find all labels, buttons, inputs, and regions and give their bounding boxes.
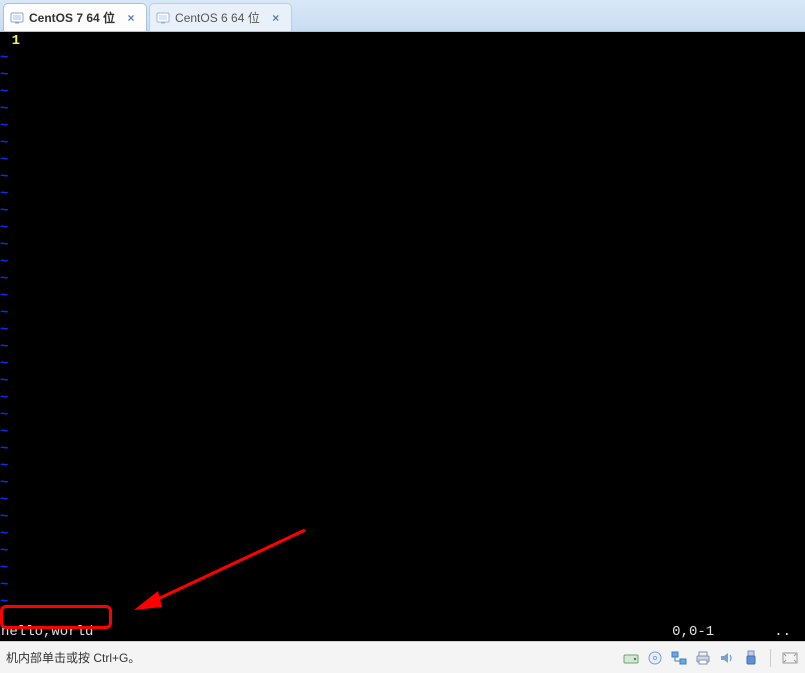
- vm-icon: [156, 11, 170, 25]
- separator: [770, 649, 771, 667]
- empty-line-tildes: ~~~~~~~~~~~~~~~~~~~~~~~~~~~~~~~~~: [0, 50, 10, 611]
- tab-label: CentOS 6 64 位: [175, 9, 260, 26]
- annotation-arrow: [110, 525, 310, 625]
- cd-icon[interactable]: [646, 649, 664, 667]
- vm-status-bar: 机内部单击或按 Ctrl+G。: [0, 641, 805, 673]
- cursor-position: 0,0-1: [672, 624, 714, 641]
- vm-icon: [10, 11, 24, 25]
- tab-centos6[interactable]: CentOS 6 64 位 ×: [149, 3, 292, 31]
- terminal[interactable]: 1 ~~~~~~~~~~~~~~~~~~~~~~~~~~~~~~~~~ hell…: [0, 32, 805, 641]
- scroll-indicator: ..: [774, 624, 791, 641]
- disk-icon[interactable]: [622, 649, 640, 667]
- tab-label: CentOS 7 64 位: [29, 9, 115, 26]
- expand-icon[interactable]: [781, 651, 799, 665]
- close-icon[interactable]: ×: [269, 11, 283, 25]
- vm-device-tray: [622, 649, 799, 667]
- line-number: 1: [0, 32, 24, 50]
- vim-message: hello,world: [0, 624, 93, 641]
- tab-centos7[interactable]: CentOS 7 64 位 ×: [3, 3, 147, 31]
- network-icon[interactable]: [670, 649, 688, 667]
- close-icon[interactable]: ×: [124, 11, 138, 25]
- tab-bar: CentOS 7 64 位 × CentOS 6 64 位 ×: [0, 0, 805, 32]
- vim-status-line: hello,world 0,0-1 ..: [0, 624, 805, 641]
- usb-icon[interactable]: [742, 649, 760, 667]
- sound-icon[interactable]: [718, 649, 736, 667]
- printer-icon[interactable]: [694, 649, 712, 667]
- vm-hint-text: 机内部单击或按 Ctrl+G。: [6, 649, 140, 666]
